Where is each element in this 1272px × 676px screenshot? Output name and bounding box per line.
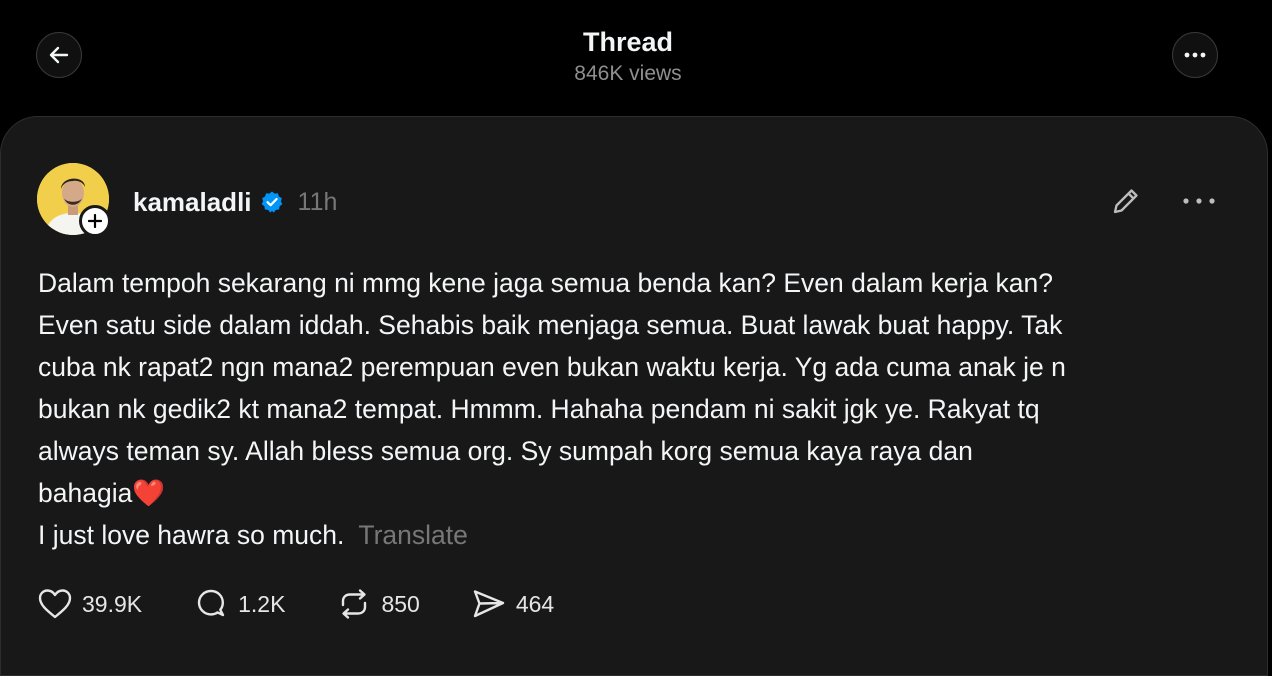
post-line: Dalam tempoh sekarang ni mmg kene jaga s… xyxy=(38,268,1053,298)
reply-button[interactable]: 1.2K xyxy=(192,585,285,623)
author-row: kamaladli 11h xyxy=(133,184,337,220)
author-avatar-wrap[interactable] xyxy=(37,163,111,237)
post-line: I just love hawra so much. xyxy=(38,520,345,550)
post-body: Dalam tempoh sekarang ni mmg kene jaga s… xyxy=(38,262,1238,556)
post-timestamp: 11h xyxy=(297,187,338,216)
heart-icon xyxy=(38,589,72,619)
edit-button[interactable] xyxy=(1108,183,1144,219)
post-more-button[interactable] xyxy=(1179,188,1219,214)
verified-badge-icon xyxy=(260,190,284,214)
post-line: bahagia❤️ xyxy=(38,478,166,508)
post-line: always teman sy. Allah bless semua org. … xyxy=(38,436,973,466)
page-title: Thread xyxy=(582,27,674,57)
top-bar: Thread 846K views xyxy=(0,0,1272,116)
plus-icon xyxy=(88,214,102,228)
comment-icon xyxy=(197,589,225,617)
author-username[interactable]: kamaladli xyxy=(133,187,252,218)
pencil-icon xyxy=(1113,189,1138,214)
repost-count: 850 xyxy=(381,590,420,617)
like-count: 39.9K xyxy=(82,590,143,617)
follow-button[interactable] xyxy=(79,205,111,237)
send-icon xyxy=(473,590,505,618)
share-button[interactable]: 464 xyxy=(470,585,554,623)
post-last-line: I just love hawra so much. Translate xyxy=(38,514,1238,556)
more-horizontal-icon xyxy=(1183,198,1215,204)
header-center: Thread 846K views xyxy=(0,25,1256,89)
post-actions: 39.9K 1.2K 850 464 xyxy=(36,584,604,624)
like-button[interactable]: 39.9K xyxy=(36,585,142,623)
reply-count: 1.2K xyxy=(238,590,286,617)
post-line: Even satu side dalam iddah. Sehabis baik… xyxy=(38,310,1063,340)
post-line: bukan nk gedik2 kt mana2 tempat. Hmmm. H… xyxy=(38,394,1040,424)
translate-link[interactable]: Translate xyxy=(358,520,467,550)
post-line: cuba nk rapat2 ngn mana2 perempuan even … xyxy=(38,352,1066,382)
view-count: 846K views xyxy=(574,62,682,85)
thread-more-button[interactable] xyxy=(1172,32,1218,78)
repost-button[interactable]: 850 xyxy=(335,585,420,623)
repost-icon xyxy=(342,589,367,619)
share-count: 464 xyxy=(515,590,555,617)
more-horizontal-icon xyxy=(1184,52,1206,58)
